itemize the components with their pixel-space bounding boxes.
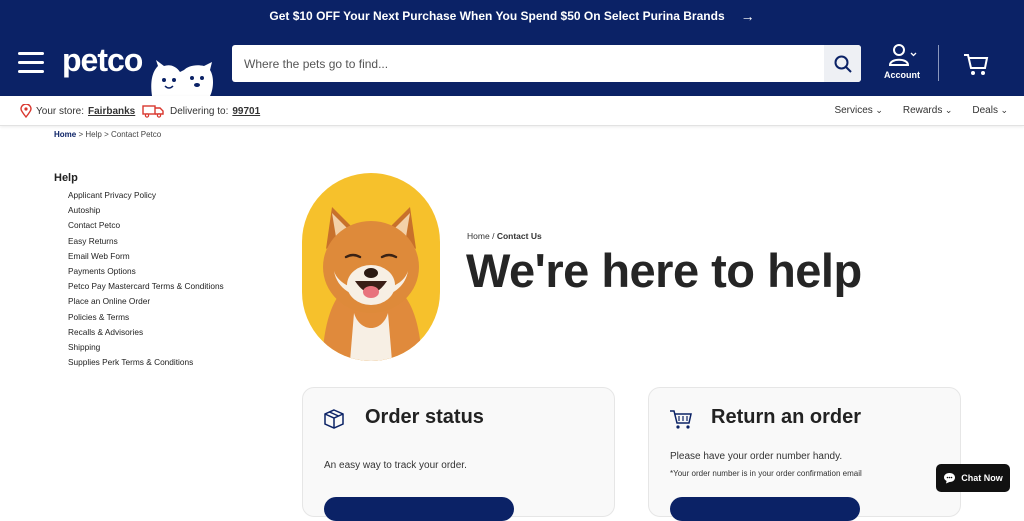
sidebar-item-recalls[interactable]: Recalls & Advisories [68,325,224,340]
search-bar [232,45,861,82]
zip-code-link[interactable]: 99701 [232,106,260,117]
sidebar-list: Applicant Privacy Policy Autoship Contac… [54,188,224,370]
start-return-button[interactable] [670,497,860,521]
return-order-card: Return an order Please have your order n… [648,387,961,521]
return-order-title: Return an order [711,406,862,428]
sidebar-title: Help [54,172,78,184]
delivery-prefix: Delivering to: [170,105,229,117]
cart-icon [670,410,692,429]
store-bar: Your store: Fairbanks Delivering to: 997… [0,96,1024,126]
order-status-text: An easy way to track your order. [324,460,467,471]
sidebar-item-email-form[interactable]: Email Web Form [68,249,224,264]
order-status-card: Order status An easy way to track your o… [302,387,615,521]
return-order-note: *Your order number is in your order conf… [670,469,862,478]
search-button[interactable] [824,45,861,82]
search-input[interactable] [232,45,824,82]
breadcrumb: Home > Help > Contact Petco [54,130,161,139]
cart-button[interactable] [963,52,989,81]
delivery-truck-icon [142,105,164,118]
user-icon [888,44,917,66]
account-button[interactable]: Account [880,44,924,80]
menu-icon[interactable] [18,52,46,74]
search-icon [834,55,852,73]
account-label: Account [884,70,920,80]
hero-crumb-separator: / [492,231,495,241]
page-title: We're here to help [466,244,862,297]
breadcrumb-separator: > [104,130,109,139]
shiba-dog-illustration [322,207,422,361]
delivery-selector[interactable]: Delivering to: 99701 [142,104,260,118]
hero-breadcrumb: Home / Contact Us [467,231,542,241]
breadcrumb-help[interactable]: Help [85,130,101,139]
hero-crumb-current: Contact Us [496,231,542,241]
promo-banner[interactable]: Get $10 OFF Your Next Purchase When You … [0,0,1024,32]
order-status-title: Order status [365,406,484,428]
chat-now-label: Chat Now [961,473,1003,483]
track-order-button[interactable] [324,497,514,521]
breadcrumb-home[interactable]: Home [54,130,76,139]
nav-services[interactable]: Services [834,105,882,116]
petco-logo[interactable]: petco [62,42,143,79]
hero-crumb-home[interactable]: Home [467,231,490,241]
sidebar-item-applicant-privacy[interactable]: Applicant Privacy Policy [68,188,224,203]
secondary-nav: Services Rewards Deals [834,105,1008,116]
help-sidebar: Help Applicant Privacy Policy Autoship C… [54,172,224,370]
nav-rewards[interactable]: Rewards [903,105,953,116]
location-pin-icon [20,104,32,118]
nav-deals[interactable]: Deals [972,105,1008,116]
store-prefix: Your store: [36,105,84,117]
cart-icon [964,54,989,75]
sidebar-item-contact[interactable]: Contact Petco [68,218,224,233]
breadcrumb-separator: > [78,130,84,139]
hero-dog-image [302,173,440,361]
package-icon [324,409,344,429]
sidebar-item-autoship[interactable]: Autoship [68,203,224,218]
sidebar-item-supplies-perk[interactable]: Supplies Perk Terms & Conditions [68,355,224,370]
arrow-right-icon: → [740,8,755,24]
sidebar-item-payments[interactable]: Payments Options [68,264,224,279]
sidebar-item-mastercard[interactable]: Petco Pay Mastercard Terms & Conditions [68,279,224,294]
store-selector[interactable]: Your store: Fairbanks [20,104,135,118]
sidebar-item-shipping[interactable]: Shipping [68,340,224,355]
breadcrumb-current: Contact Petco [110,130,162,139]
header-divider [938,45,939,81]
pets-logo-icon [151,60,213,96]
return-order-text: Please have your order number handy. [670,451,843,462]
store-name-link[interactable]: Fairbanks [88,106,135,117]
chat-bubble-icon [944,473,956,484]
sidebar-item-policies[interactable]: Policies & Terms [68,310,224,325]
chat-now-button[interactable]: Chat Now [936,464,1010,492]
sidebar-item-easy-returns[interactable]: Easy Returns [68,234,224,249]
site-header: Get $10 OFF Your Next Purchase When You … [0,0,1024,96]
promo-text: Get $10 OFF Your Next Purchase When You … [269,9,725,23]
sidebar-item-online-order[interactable]: Place an Online Order [68,294,224,309]
